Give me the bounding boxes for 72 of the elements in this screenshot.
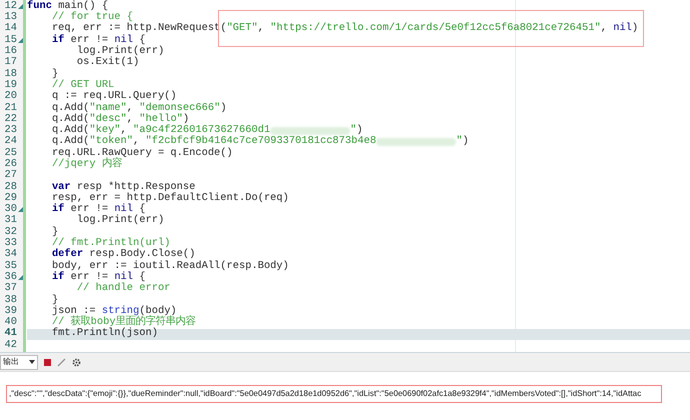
code-text: } [50, 66, 58, 80]
code-text: q.Add("name", "demonsec666") [50, 100, 227, 114]
line-number: 37 [4, 281, 17, 295]
line-number: 38 [4, 292, 17, 306]
line-number: 26 [4, 157, 17, 170]
code-text: } [50, 224, 58, 238]
code-text: os.Exit(1) [76, 56, 140, 70]
fold-marker-icon[interactable] [18, 4, 22, 10]
line-number: 40 [4, 315, 17, 328]
line-number: 13 [4, 10, 17, 24]
code-text: ") [456, 134, 469, 150]
line-number: 33 [4, 236, 17, 250]
code-text: ("GET", "https://trello.com/1/cards/5e0f12cc5f6a8021ce726451", nil) [220, 22, 638, 34]
line-number: 15 [4, 32, 17, 46]
code-text: q.Add("desc", "hello") [50, 112, 190, 125]
code-text: ") [350, 123, 363, 136]
line-number: 21 [4, 100, 17, 114]
code-text: q.Add("key", "a9c4f22601673627660d1 [50, 123, 270, 136]
stop-icon[interactable] [44, 358, 51, 366]
line-number: 12 [4, 0, 17, 12]
settings-icon[interactable] [72, 358, 81, 366]
code-text: //jqery 内容 [50, 157, 122, 172]
fold-marker-icon[interactable] [18, 275, 22, 280]
code-text: // 获取boby里面的字符串内容 [50, 315, 196, 328]
code-text: req, err := http.NewRequest [50, 22, 220, 34]
code-text: resp, err = http.DefaultClient.Do(req) [50, 191, 289, 204]
code-text: // for true { [50, 10, 134, 24]
line-number: 14 [4, 21, 17, 35]
output-selector[interactable]: 输出 [0, 354, 38, 370]
line-number: 36 [4, 270, 17, 283]
line-number: 29 [4, 190, 17, 204]
line-number: 32 [4, 224, 17, 238]
fold-marker-icon[interactable] [18, 38, 22, 44]
code-text: // fmt.Println(url) [50, 236, 170, 250]
line-number: 22 [4, 112, 17, 125]
line-number: 17 [4, 55, 17, 69]
code-text: // handle error [76, 282, 170, 296]
code-text: var resp *http.Response [50, 180, 196, 193]
line-number: 25 [4, 146, 17, 159]
code-text: if err != nil { [50, 32, 146, 46]
line-number: 24 [4, 134, 17, 148]
code-text: log.Print(err) [76, 44, 164, 58]
code-text: req.URL.RawQuery = q.Encode() [50, 146, 233, 159]
line-number: 35 [4, 258, 17, 272]
code-text: q := req.URL.Query() [50, 89, 177, 102]
line-number: 19 [4, 78, 17, 91]
code-text: } [50, 292, 58, 306]
line-number: 20 [4, 89, 17, 103]
brush-icon[interactable] [57, 358, 66, 366]
fold-marker-icon[interactable] [18, 207, 22, 212]
line-number: 34 [4, 247, 17, 261]
code-text: // GET URL [50, 78, 114, 91]
line-number: 39 [4, 304, 17, 317]
code-text: log.Print(err) [76, 214, 164, 228]
line-number: 23 [4, 123, 17, 136]
line-number: 18 [4, 66, 17, 80]
line-number: 16 [4, 44, 17, 58]
line-number: 42 [4, 338, 17, 352]
code-text: if err != nil { [50, 270, 146, 283]
line-number: 31 [4, 213, 17, 227]
code-text: body, err := ioutil.ReadAll(resp.Body) [50, 258, 289, 272]
line-number: 41 [4, 326, 17, 340]
code-text: if err != nil { [50, 203, 146, 216]
output-text: ,"desc":"","descData":{"emoji":{}},"dueReminder":null,"idBoard":"5e0e0497d5a2d18e1d0952d6","idList":"5e0e0690f02afc1a8e9329f4","idMembersVoted":[],"idShort":14,"idAttac [9, 388, 642, 400]
code-text: func main() { [27, 0, 108, 12]
line-number: 28 [4, 180, 17, 193]
line-number: 30 [4, 202, 17, 216]
caret-icon [29, 360, 35, 364]
code-text: defer resp.Body.Close() [50, 248, 196, 260]
code-text: fmt.Println(json) [50, 326, 158, 342]
line-number: 27 [4, 168, 17, 182]
code-text: q.Add("token", "f2cbfcf9b4164c7ce7093370181cc873b4e8 [50, 134, 376, 148]
